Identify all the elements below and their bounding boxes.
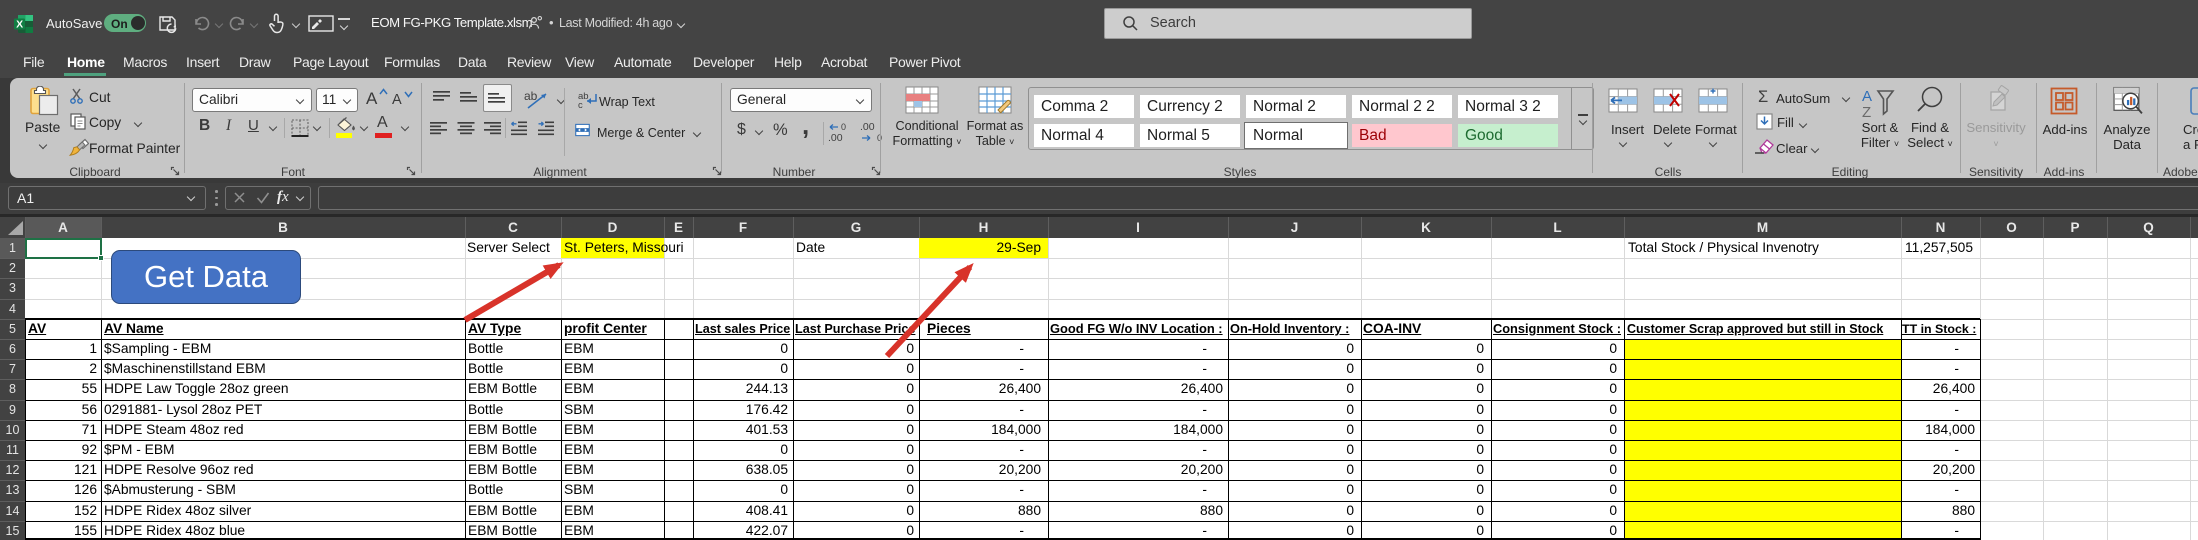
svg-text:ab: ab [524,89,538,103]
svg-text:X: X [16,19,23,31]
svg-text:Z: Z [1862,104,1871,117]
svg-text:0: 0 [841,122,846,132]
svg-text:.00: .00 [828,132,843,142]
svg-text:c: c [578,100,583,110]
svg-text:.00: .00 [860,122,875,133]
svg-text:A: A [1862,88,1872,105]
